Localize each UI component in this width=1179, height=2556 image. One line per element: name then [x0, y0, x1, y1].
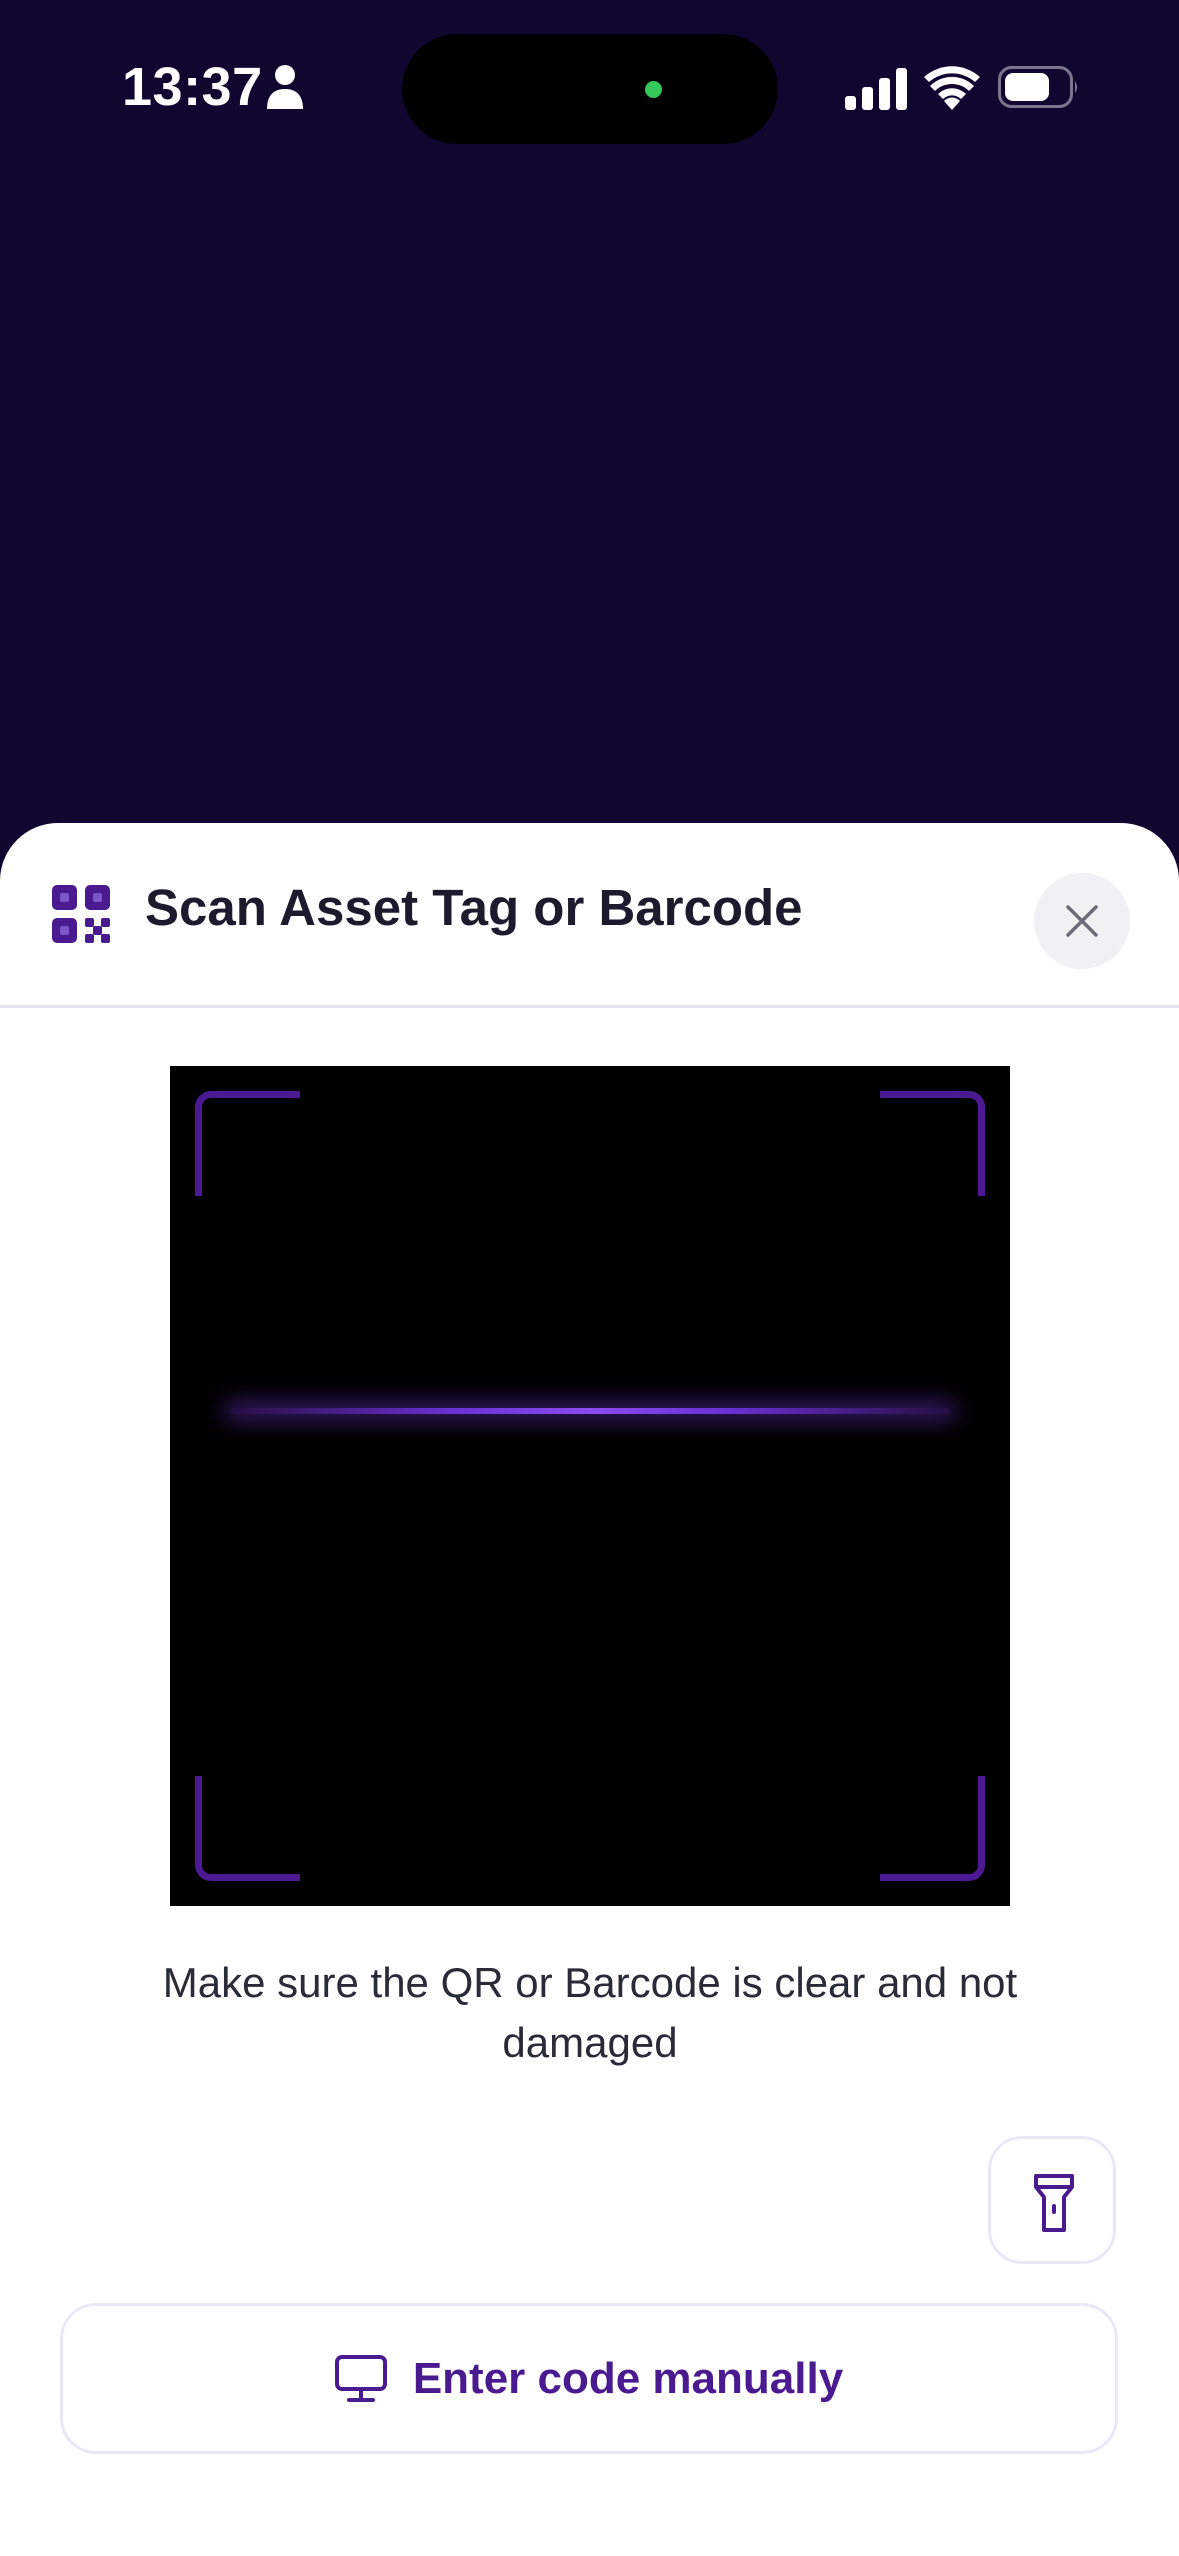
scan-line	[230, 1408, 950, 1414]
status-bar: 13:37	[0, 0, 1179, 180]
scan-hint: Make sure the QR or Barcode is clear and…	[162, 1959, 1018, 2066]
status-time: 13:37	[122, 57, 263, 117]
qr-code-icon	[52, 885, 110, 943]
sheet-title: Scan Asset Tag or Barcode	[145, 879, 803, 936]
wifi-icon	[924, 66, 980, 110]
enter-code-manually-label: Enter code manually	[412, 2353, 844, 2403]
dynamic-island	[402, 34, 778, 144]
monitor-icon	[334, 2354, 387, 2402]
viewfinder-corner-top-left	[195, 1091, 300, 1196]
viewfinder-corner-top-right	[880, 1091, 985, 1196]
camera-viewfinder[interactable]	[170, 1066, 1010, 1906]
close-button[interactable]	[1034, 873, 1130, 969]
cellular-signal-icon	[845, 68, 907, 110]
scan-sheet: Scan Asset Tag or Barcode Make sure the …	[0, 823, 1179, 2556]
viewfinder-corner-bottom-left	[195, 1776, 300, 1881]
camera-in-use-indicator	[645, 81, 662, 98]
flashlight-icon	[1034, 2174, 1074, 2232]
person-icon	[267, 65, 303, 109]
enter-code-manually-button[interactable]: Enter code manually	[60, 2303, 1118, 2454]
battery-icon	[998, 66, 1077, 108]
sheet-header: Scan Asset Tag or Barcode	[0, 823, 1179, 1008]
close-icon	[1066, 905, 1098, 937]
flashlight-button[interactable]	[988, 2136, 1116, 2264]
viewfinder-corner-bottom-right	[880, 1776, 985, 1881]
